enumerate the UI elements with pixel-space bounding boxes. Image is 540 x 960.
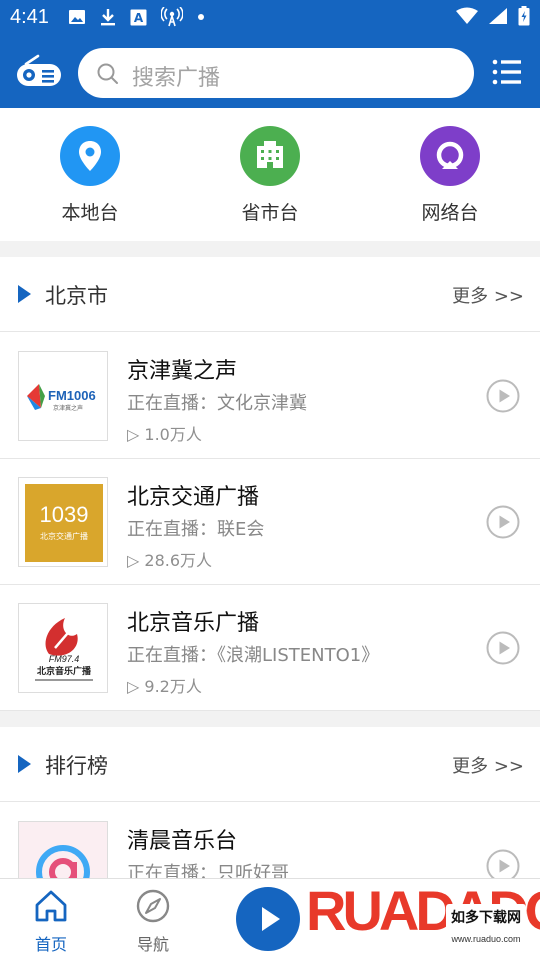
wifi-icon: [456, 7, 478, 24]
station-row[interactable]: 1039 北京交通广播 北京交通广播 正在直播：联E会 ▷ 28.6万人: [0, 459, 540, 585]
watermark-cn: 如多下载网: [451, 909, 521, 926]
station-logo: 1039 北京交通广播: [18, 477, 108, 567]
building-icon: [240, 126, 300, 186]
logo-text: FM97.4: [49, 654, 80, 664]
station-listeners: ▷ 1.0万人: [127, 425, 202, 444]
triangle-icon: [18, 755, 31, 773]
watermark-url: www.ruaduo.com: [450, 934, 520, 944]
font-icon: A: [130, 9, 147, 25]
station-name: 清晨音乐台: [127, 829, 238, 854]
watermark-logo: RUADADO 如多下载网 www.ruaduo.com: [305, 878, 540, 945]
station-live: 正在直播：文化京津冀: [127, 393, 307, 414]
section-title: 北京市: [45, 284, 108, 308]
category-network[interactable]: 网络台: [400, 126, 500, 225]
section-beijing: 北京市 更多 >> FM1006 京津冀之声 京津冀之声 正在直播：文化京津冀 …: [0, 257, 540, 711]
image-icon: [69, 10, 85, 24]
download-icon: [101, 9, 115, 26]
search-bar[interactable]: 搜索广播: [78, 48, 474, 98]
toolbar: 搜索广播: [0, 44, 540, 100]
logo-subtext: 京津冀之声: [53, 404, 83, 412]
nav-label: 导航: [136, 935, 169, 954]
logo-text: FM1006: [48, 388, 96, 403]
more-link[interactable]: 更多 >>: [452, 752, 524, 778]
nav-guide[interactable]: 导航: [118, 889, 188, 955]
station-live: 正在直播：《浪潮LISTENTO1》: [127, 645, 380, 666]
logo-subtext: 北京交通广播: [40, 531, 88, 541]
section-header: 北京市 更多 >>: [0, 257, 540, 332]
nav-label: 首页: [34, 935, 67, 954]
station-listeners: ▷ 9.2万人: [127, 677, 202, 696]
compass-icon: [136, 889, 170, 923]
system-icons: [456, 6, 530, 26]
category-label: 省市台: [241, 202, 299, 224]
triangle-icon: [18, 285, 31, 303]
battery-icon: [518, 6, 530, 26]
station-row[interactable]: FM1006 京津冀之声 京津冀之声 正在直播：文化京津冀 ▷ 1.0万人: [0, 333, 540, 459]
play-icon[interactable]: [486, 379, 520, 413]
antenna-icon: [161, 7, 183, 27]
home-icon: [35, 890, 67, 922]
nav-home[interactable]: 首页: [16, 889, 86, 955]
notification-icons: A: [68, 7, 205, 27]
section-ranking: 排行榜 更多 >> 清晨音乐台 正在直播：只听好哥: [0, 727, 540, 929]
category-label: 网络台: [421, 202, 479, 224]
play-icon: [262, 907, 280, 931]
menu-icon[interactable]: [492, 58, 522, 86]
play-icon[interactable]: [486, 631, 520, 665]
network-icon: [420, 126, 480, 186]
station-name: 北京音乐广播: [127, 611, 260, 636]
radio-logo-icon[interactable]: [16, 54, 62, 90]
dot-icon: [198, 14, 204, 20]
status-bar: 4:41 A: [0, 0, 540, 36]
status-time: 4:41: [10, 6, 49, 28]
station-logo: FM97.4 北京音乐广播: [18, 603, 108, 693]
play-button[interactable]: [236, 887, 300, 951]
search-input[interactable]: 搜索广播: [132, 60, 220, 92]
svg-text:A: A: [134, 11, 144, 25]
category-label: 本地台: [61, 202, 119, 224]
more-link[interactable]: 更多 >>: [452, 282, 524, 308]
station-row[interactable]: FM97.4 北京音乐广播 北京音乐广播 正在直播：《浪潮LISTENTO1》 …: [0, 585, 540, 711]
category-bar: 本地台 省市台 网络台: [0, 108, 540, 241]
station-name: 北京交通广播: [127, 485, 260, 510]
section-title: 排行榜: [45, 754, 108, 778]
station-logo: FM1006 京津冀之声: [18, 351, 108, 441]
logo-text: 1039: [40, 502, 89, 527]
location-pin-icon: [60, 126, 120, 186]
category-province[interactable]: 省市台: [220, 126, 320, 225]
signal-icon: [489, 8, 507, 24]
search-icon: [97, 63, 118, 84]
station-listeners: ▷ 28.6万人: [127, 551, 213, 570]
logo-subtext: 北京音乐广播: [37, 665, 92, 677]
app-header: 4:41 A 搜索广播: [0, 0, 540, 108]
section-header: 排行榜 更多 >>: [0, 727, 540, 802]
station-live: 正在直播：联E会: [127, 519, 265, 540]
category-local[interactable]: 本地台: [40, 126, 140, 225]
station-name: 京津冀之声: [127, 359, 238, 384]
play-icon[interactable]: [486, 505, 520, 539]
